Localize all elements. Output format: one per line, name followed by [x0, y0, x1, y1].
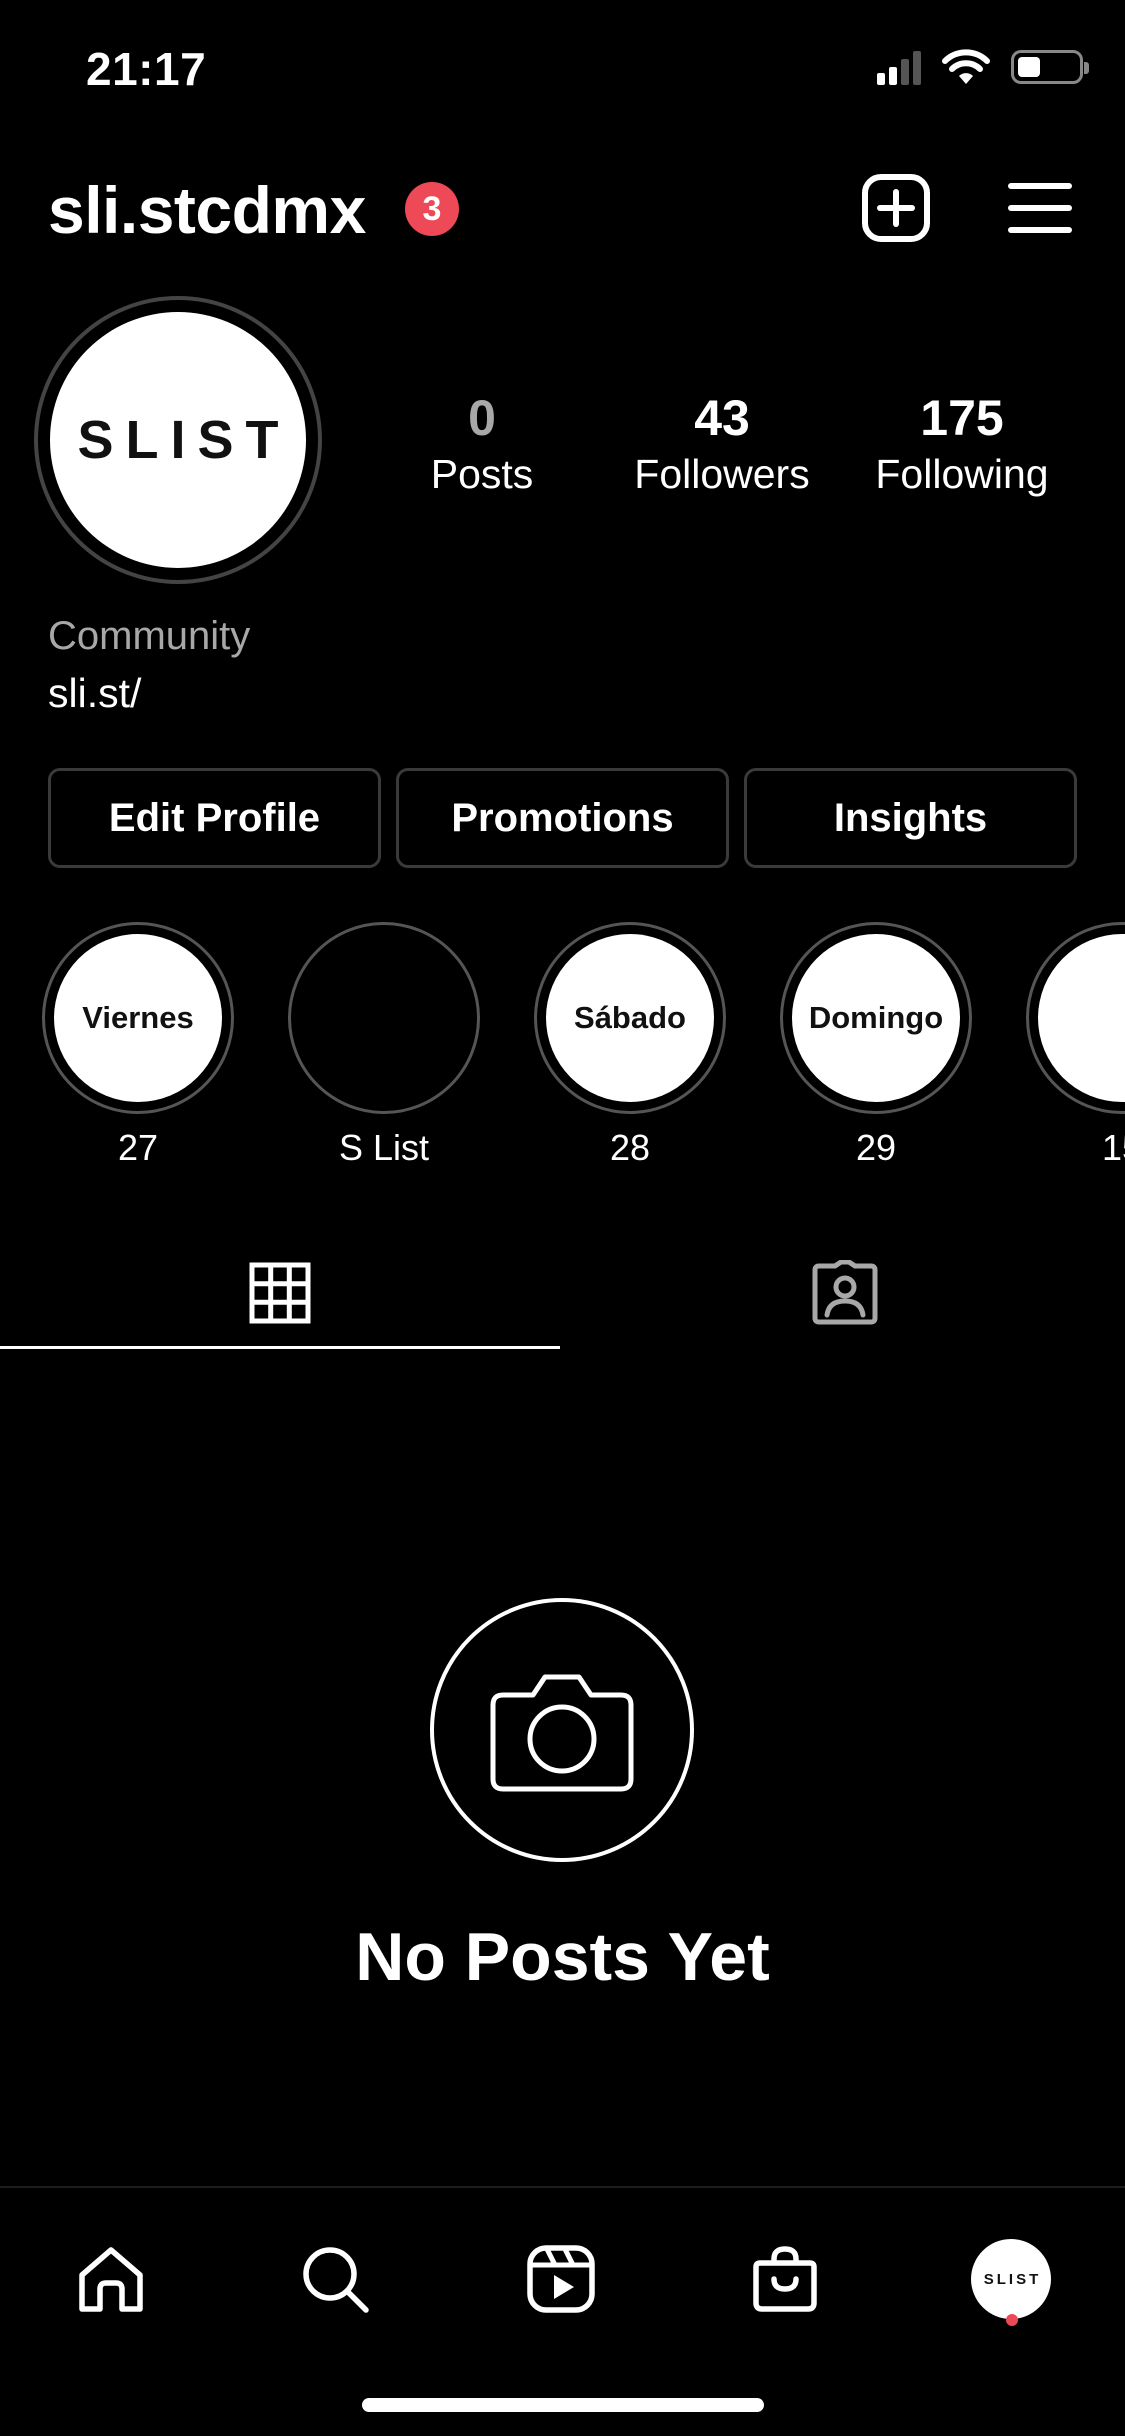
empty-state-title: No Posts Yet: [355, 1919, 770, 1995]
story-highlight[interactable]: Sábado 28: [534, 922, 726, 1170]
highlight-ring: Sábado: [534, 922, 726, 1114]
empty-state-camera: [430, 1598, 694, 1862]
profile-tabs: [0, 1236, 1125, 1350]
battery-icon: [1011, 50, 1089, 84]
story-highlight[interactable]: Viernes 27: [42, 922, 234, 1170]
create-post-button[interactable]: [858, 170, 934, 246]
home-icon: [79, 2247, 143, 2312]
posts-stat: 0 Posts: [372, 388, 592, 500]
profile-notification-dot: [1006, 2314, 1018, 2326]
highlight-clip: 15: [1026, 922, 1125, 1182]
highlight-ring: Viernes: [42, 922, 234, 1114]
story-highlight[interactable]: 15: [1026, 922, 1125, 1170]
highlight-cover: Domingo: [792, 934, 960, 1102]
followers-count: 43: [694, 390, 750, 446]
profile-avatar-ring[interactable]: SLIST: [34, 296, 322, 584]
following-count: 175: [920, 390, 1004, 446]
shopping-bag-icon: [753, 2246, 817, 2312]
highlight-cover: Sábado: [546, 934, 714, 1102]
camera-icon: [490, 1674, 634, 1792]
followers-label: Followers: [634, 451, 810, 497]
highlight-cover: Viernes: [54, 934, 222, 1102]
search-icon: [303, 2247, 369, 2313]
edit-profile-button[interactable]: Edit Profile: [48, 768, 381, 868]
nav-shop[interactable]: [730, 2224, 840, 2334]
wifi-icon: [942, 49, 990, 84]
highlight-label: 29: [855, 1127, 897, 1168]
promotions-button[interactable]: Promotions: [396, 768, 729, 868]
notification-badge[interactable]: 3: [405, 182, 459, 236]
highlight-label: 27: [117, 1127, 159, 1168]
username[interactable]: sli.stcdmx: [48, 172, 366, 248]
status-icons: [877, 48, 1089, 86]
profile-link[interactable]: sli.st/: [48, 670, 141, 717]
highlight-cover: [1038, 934, 1125, 1102]
highlight-ring: [1026, 922, 1125, 1114]
nav-home[interactable]: [56, 2224, 166, 2334]
following-label: Following: [875, 451, 1049, 497]
grid-icon: [249, 1262, 311, 1324]
status-bar: 21:17: [0, 0, 1125, 140]
highlight-label: 28: [609, 1127, 651, 1168]
status-time: 21:17: [86, 43, 207, 95]
highlight-ring: Domingo: [780, 922, 972, 1114]
profile-avatar: SLIST: [50, 312, 306, 568]
home-indicator[interactable]: [362, 2398, 764, 2412]
nav-search[interactable]: [280, 2224, 390, 2334]
profile-header: sli.stcdmx 3: [0, 160, 1125, 260]
hamburger-menu-icon: [1008, 183, 1072, 233]
menu-button[interactable]: [1002, 170, 1078, 246]
plus-square-icon: [862, 174, 930, 242]
followers-stat[interactable]: 43 Followers: [612, 388, 832, 500]
reels-icon: [527, 2245, 595, 2313]
profile-category: Community: [48, 614, 251, 658]
story-highlight[interactable]: Domingo 29: [780, 922, 972, 1170]
insights-button[interactable]: Insights: [744, 768, 1077, 868]
highlight-label: 15: [1101, 1127, 1125, 1168]
story-highlight[interactable]: S List: [288, 922, 480, 1170]
posts-count: 0: [468, 390, 496, 446]
highlight-label: S List: [338, 1127, 430, 1168]
nav-reels[interactable]: [506, 2224, 616, 2334]
following-stat[interactable]: 175 Following: [852, 388, 1072, 500]
cellular-signal-icon: [877, 49, 921, 85]
highlight-ring: [288, 922, 480, 1114]
tab-posts-grid[interactable]: [0, 1236, 560, 1350]
tagged-person-icon: [812, 1260, 878, 1325]
tab-tagged[interactable]: [565, 1236, 1125, 1350]
active-tab-indicator: [0, 1346, 560, 1349]
nav-profile-avatar: SLIST: [971, 2239, 1051, 2319]
posts-label: Posts: [430, 451, 534, 497]
